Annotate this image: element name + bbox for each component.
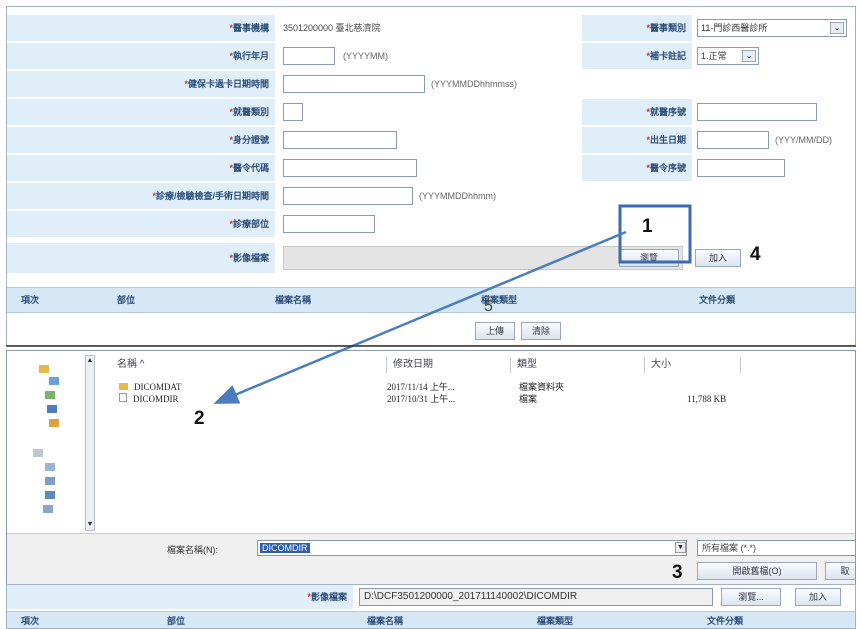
step-arrow: [213, 230, 627, 404]
annotation-1: 1: [642, 216, 653, 237]
annotation-2: 2: [194, 408, 205, 429]
annotation-4: 4: [750, 244, 761, 265]
browse-highlight-box: [618, 204, 692, 264]
annotation-3: 3: [672, 562, 683, 583]
annotation-overlay: [6, 204, 856, 404]
annotation-5: 5: [484, 298, 493, 315]
